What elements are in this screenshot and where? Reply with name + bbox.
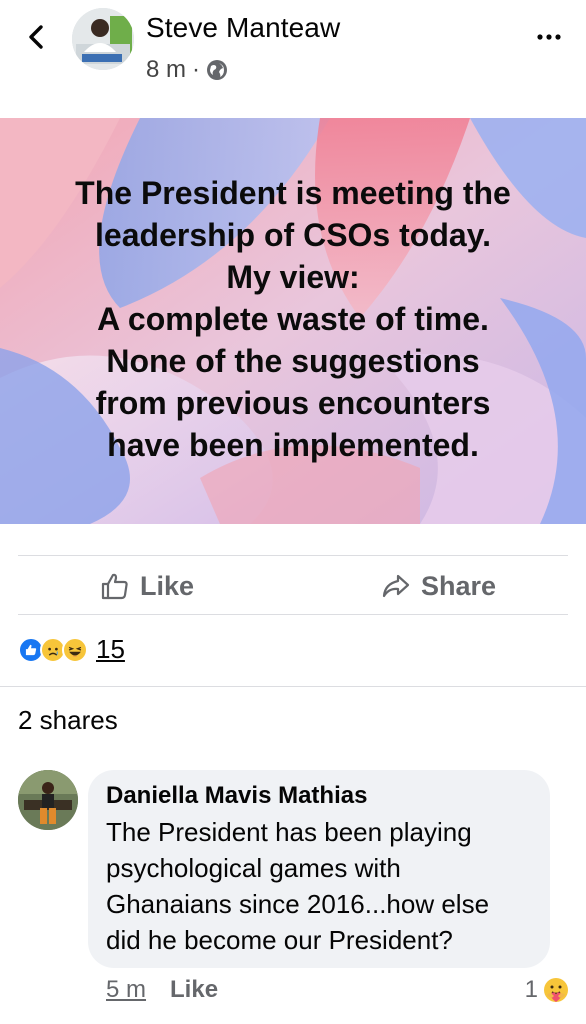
post-text: The President is meeting the leadership … xyxy=(0,172,586,466)
post-line: A complete waste of time. xyxy=(97,301,489,337)
comment-meta: 5 m Like xyxy=(106,976,218,1004)
section-divider xyxy=(0,686,586,687)
reactions-summary[interactable]: 15 xyxy=(18,634,125,665)
post-header: Steve Manteaw 8 m · xyxy=(0,0,586,118)
back-button[interactable] xyxy=(22,22,52,52)
author-name[interactable]: Steve Manteaw xyxy=(146,12,340,44)
comment-like-button[interactable]: Like xyxy=(170,976,218,1004)
post-time[interactable]: 8 m xyxy=(146,56,186,84)
haha-reaction-icon xyxy=(62,636,88,663)
post-line: from previous encounters xyxy=(95,385,491,421)
author-photo xyxy=(72,8,134,70)
post-meta: 8 m · xyxy=(146,56,228,84)
thumbs-up-icon xyxy=(101,573,128,600)
post-line: The President is meeting the xyxy=(75,175,511,211)
comment-line: Ghanaians since 2016...how else xyxy=(106,889,490,919)
comment-line: psychological games with xyxy=(106,853,401,883)
divider xyxy=(18,614,568,615)
commenter-avatar[interactable] xyxy=(18,770,78,830)
comment-line: did he become our President? xyxy=(106,925,453,955)
share-button[interactable]: Share xyxy=(381,566,496,606)
comment-bubble[interactable]: Daniella Mavis Mathias The President has… xyxy=(88,770,550,968)
globe-icon xyxy=(207,60,228,80)
like-button[interactable]: Like xyxy=(100,566,194,606)
like-label: Like xyxy=(140,570,195,601)
comment-author[interactable]: Daniella Mavis Mathias xyxy=(106,782,532,810)
meta-separator: · xyxy=(192,56,201,83)
post-text-card[interactable]: The President is meeting the leadership … xyxy=(0,118,586,524)
share-icon xyxy=(382,574,410,598)
comment-reaction-count: 1 xyxy=(524,976,538,1003)
comment-line: The President has been playing xyxy=(106,817,472,847)
shares-count[interactable]: 2 shares xyxy=(18,705,118,736)
reactions-count[interactable]: 15 xyxy=(96,634,125,665)
comment-reactions[interactable]: 1 xyxy=(525,976,570,1004)
chevron-left-icon xyxy=(29,25,43,49)
more-options-button[interactable] xyxy=(534,22,564,52)
more-horizontal-icon xyxy=(537,34,561,40)
divider xyxy=(18,555,568,556)
comment-text: The President has been playing psycholog… xyxy=(106,814,532,958)
commenter-photo xyxy=(18,770,78,830)
post-line: have been implemented. xyxy=(107,427,479,463)
comment-time[interactable]: 5 m xyxy=(106,976,146,1004)
author-avatar[interactable] xyxy=(72,8,134,70)
post-line: leadership of CSOs today. xyxy=(95,217,491,253)
care-reaction-icon xyxy=(544,978,568,1002)
share-label: Share xyxy=(421,570,497,601)
post-line: My view: xyxy=(226,259,360,295)
post-line: None of the suggestions xyxy=(106,343,480,379)
